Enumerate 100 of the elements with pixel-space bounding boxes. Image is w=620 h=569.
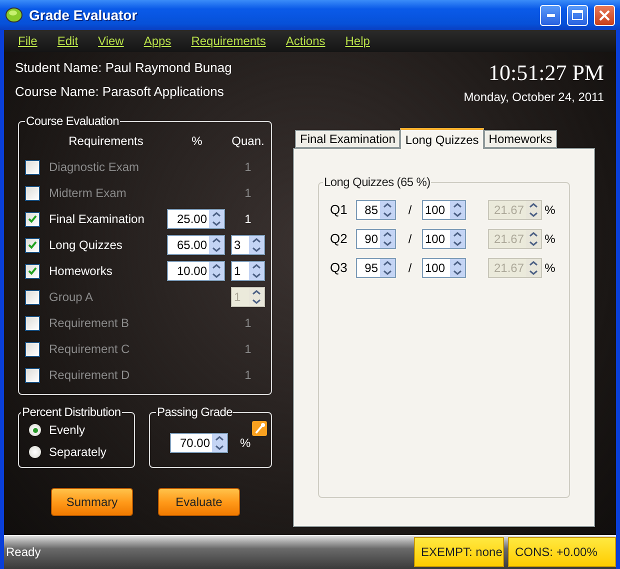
spin-arrows-icon[interactable] (249, 262, 264, 280)
menu-item[interactable]: Actions (286, 34, 326, 48)
spin-arrows-icon[interactable] (209, 236, 224, 254)
radio-label: Evenly (49, 423, 86, 437)
minimize-icon (546, 14, 554, 16)
course-name: Course Name: Parasoft Applications (15, 84, 225, 99)
quantity-text: 1 (244, 212, 252, 226)
column-header: Requirements (68, 134, 144, 148)
menu-item[interactable]: File (18, 34, 38, 48)
spin-arrows-icon[interactable] (526, 200, 541, 218)
student-name: Student Name: Paul Raymond Bunag (15, 60, 232, 75)
requirement-label: Requirement C (49, 342, 131, 356)
menu-item[interactable]: Edit (57, 34, 78, 48)
group-title: Passing Grade (156, 405, 234, 419)
radio-button[interactable] (29, 446, 41, 458)
requirement-label: Requirement B (49, 316, 130, 330)
quiz-label: Q2 (330, 231, 348, 246)
percent-spinbox[interactable]: 25.00 (167, 209, 225, 229)
percent-sign: % (240, 436, 251, 450)
quantity-spinbox[interactable]: 1 (231, 261, 265, 281)
quantity-spinbox[interactable]: 3 (231, 235, 265, 255)
requirement-label: Final Examination (49, 212, 146, 226)
quantity-text: 1 (244, 186, 252, 200)
spin-arrows-icon[interactable] (526, 258, 541, 276)
app-logo-icon (5, 7, 23, 23)
checkbox[interactable] (25, 316, 40, 330)
percent-sign: % (544, 232, 556, 246)
action-button[interactable]: Summary (51, 488, 133, 516)
score-spinbox[interactable]: 85 (356, 200, 396, 220)
action-button[interactable]: Evaluate (158, 488, 240, 516)
checkbox[interactable] (25, 290, 40, 304)
spin-arrows-icon[interactable] (380, 200, 395, 218)
percent-spinbox[interactable]: 65.00 (167, 235, 225, 255)
status-text: Ready (6, 545, 42, 559)
close-button[interactable] (594, 4, 615, 26)
checkbox[interactable] (25, 212, 40, 226)
menu-item[interactable]: Requirements (191, 34, 266, 48)
checkbox[interactable] (25, 160, 40, 174)
checkbox[interactable] (25, 238, 40, 252)
minimize-button[interactable] (540, 4, 561, 26)
spin-arrows-icon[interactable] (249, 236, 264, 254)
quiz-label: Q1 (330, 202, 348, 217)
requirement-label: Requirement D (49, 368, 131, 382)
spin-arrows-icon[interactable] (209, 210, 224, 228)
percent-sign: % (544, 260, 556, 274)
quantity-text: 1 (244, 368, 252, 382)
quiz-label: Q3 (330, 260, 348, 275)
menu-item[interactable]: Help (345, 34, 370, 48)
menu-item[interactable]: Apps (144, 34, 172, 48)
group-title: Course Evaluation (25, 114, 120, 128)
spin-arrows-icon[interactable] (526, 230, 541, 248)
requirement-label: Diagnostic Exam (49, 160, 140, 174)
radio-button[interactable] (29, 424, 41, 436)
checkmark-icon (28, 241, 37, 249)
tab[interactable]: Homeworks (484, 130, 558, 148)
date-text: Monday, October 24, 2011 (464, 90, 604, 104)
max-score-spinbox[interactable]: 100 (422, 200, 466, 220)
spin-arrows-icon[interactable] (450, 200, 465, 218)
checkbox[interactable] (25, 368, 40, 382)
spin-arrows-icon[interactable] (450, 258, 465, 276)
maximize-icon (572, 10, 583, 20)
spin-arrows-icon[interactable] (380, 258, 395, 276)
percent-spinbox[interactable]: 10.00 (167, 261, 225, 281)
requirement-label: Group A (49, 290, 94, 304)
requirement-label: Midterm Exam (49, 186, 128, 200)
max-score-spinbox[interactable]: 100 (422, 258, 466, 278)
percent-sign: % (544, 202, 556, 216)
maximize-button[interactable] (567, 4, 588, 26)
spin-arrows-icon[interactable] (209, 262, 224, 280)
checkbox[interactable] (25, 264, 40, 278)
spin-arrows-icon[interactable] (450, 230, 465, 248)
column-header: Quan. (231, 134, 265, 148)
column-header: % (190, 134, 204, 148)
spin-arrows-icon[interactable] (212, 434, 227, 452)
group-title: Percent Distribution (21, 405, 122, 419)
menu-item[interactable]: View (98, 34, 124, 48)
group-title: Long Quizzes (65 %) (323, 175, 432, 189)
score-spinbox[interactable]: 90 (356, 228, 396, 248)
checkbox[interactable] (25, 186, 40, 200)
separator-text: / (407, 202, 413, 216)
checkmark-icon (28, 267, 37, 275)
tab[interactable]: Long Quizzes (400, 128, 484, 149)
status-panel: EXEMPT: none (414, 537, 504, 567)
clock-time: 10:51:27 PM (487, 60, 604, 86)
wrench-icon[interactable] (252, 421, 267, 436)
separator-text: / (407, 260, 413, 274)
spin-arrows-icon[interactable] (380, 230, 395, 248)
quantity-text: 1 (244, 160, 252, 174)
score-spinbox[interactable]: 95 (356, 258, 396, 278)
max-score-spinbox[interactable]: 100 (422, 228, 466, 248)
quantity-text: 1 (244, 342, 252, 356)
tab[interactable]: Final Examination (295, 130, 400, 148)
checkbox[interactable] (25, 342, 40, 356)
requirement-label: Long Quizzes (49, 238, 124, 252)
quantity-text: 1 (244, 316, 252, 330)
window-title: Grade Evaluator (29, 7, 138, 23)
checkmark-icon (28, 215, 37, 223)
passing-grade-spinbox[interactable]: 70.00 (170, 433, 228, 453)
status-panel: CONS: +0.00% (508, 537, 616, 567)
radio-label: Separately (49, 445, 106, 459)
